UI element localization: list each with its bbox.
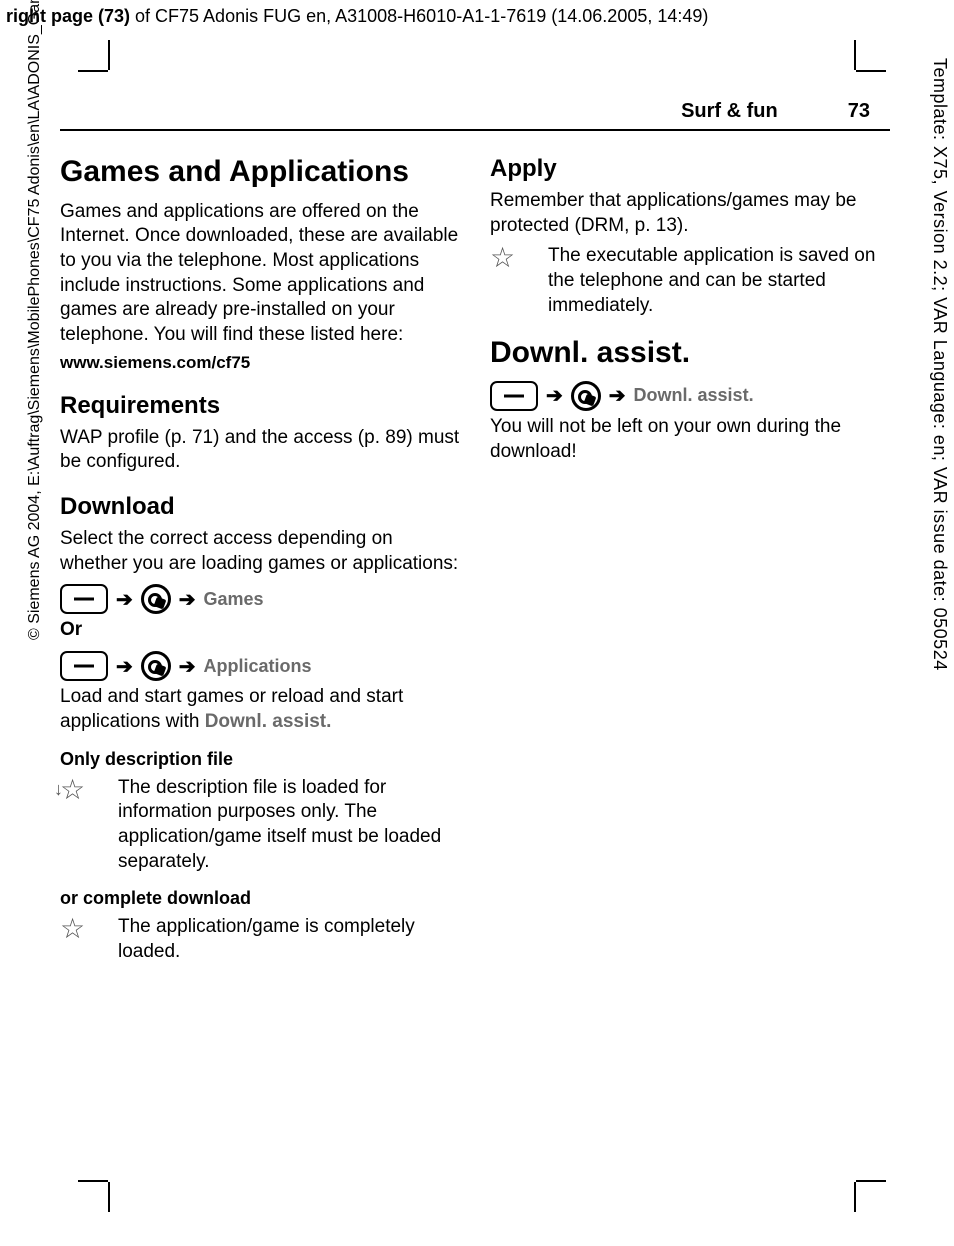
row-only-description: ↓☆ The description file is loaded for in… bbox=[60, 776, 460, 875]
crop-mark bbox=[854, 1182, 856, 1212]
intro-paragraph: Games and applications are offered on th… bbox=[60, 200, 460, 348]
crop-mark bbox=[108, 1182, 110, 1212]
page-header: Surf & fun 73 bbox=[60, 100, 890, 131]
column-left: Games and Applications Games and applica… bbox=[60, 149, 460, 971]
arrow-icon: ➔ bbox=[546, 383, 563, 408]
arrow-icon: ➔ bbox=[609, 383, 626, 408]
heading-complete-download: or complete download bbox=[60, 888, 460, 909]
navpath-games: ➔ ➔ Games bbox=[60, 584, 460, 614]
doc-meta-rest: of CF75 Adonis FUG en, A31008-H6010-A1-1… bbox=[130, 6, 708, 26]
star-icon: ☆ bbox=[490, 244, 530, 272]
menu-key-icon bbox=[60, 651, 108, 681]
nav-label-games: Games bbox=[204, 589, 264, 610]
doc-meta-left: © Siemens AG 2004, E:\Auftrag\Siemens\Mo… bbox=[26, 0, 44, 640]
arrow-icon: ➔ bbox=[116, 587, 133, 612]
surf-fun-icon bbox=[141, 584, 171, 614]
download-paragraph: Select the correct access depending on w… bbox=[60, 527, 460, 576]
heading-games-applications: Games and Applications bbox=[60, 155, 460, 190]
downl-assist-paragraph: You will not be left on your own during … bbox=[490, 415, 890, 464]
requirements-paragraph: WAP profile (p. 71) and the access (p. 8… bbox=[60, 426, 460, 475]
crop-mark bbox=[78, 1180, 108, 1182]
navpath-applications: ➔ ➔ Applications bbox=[60, 651, 460, 681]
menu-key-icon bbox=[60, 584, 108, 614]
header-page-number: 73 bbox=[848, 100, 870, 123]
heading-downl-assist: Downl. assist. bbox=[490, 336, 890, 371]
only-description-text: The description file is loaded for infor… bbox=[118, 776, 460, 875]
heading-apply: Apply bbox=[490, 155, 890, 183]
page-content: Surf & fun 73 Games and Applications Gam… bbox=[60, 100, 890, 971]
crop-mark bbox=[78, 70, 108, 72]
arrow-icon: ➔ bbox=[116, 654, 133, 679]
apply-executable-text: The executable application is saved on t… bbox=[548, 244, 890, 318]
row-complete-download: ☆ The application/game is completely loa… bbox=[60, 915, 460, 964]
nav-label-applications: Applications bbox=[204, 656, 312, 677]
arrow-icon: ➔ bbox=[179, 654, 196, 679]
navpath-downl-assist: ➔ ➔ Downl. assist. bbox=[490, 381, 890, 411]
heading-download: Download bbox=[60, 493, 460, 521]
doc-meta-right: Template: X75, Version 2.2; VAR Language… bbox=[929, 58, 950, 671]
heading-requirements: Requirements bbox=[60, 392, 460, 420]
complete-download-text: The application/game is completely loade… bbox=[118, 915, 460, 964]
crop-mark bbox=[856, 70, 886, 72]
crop-mark bbox=[856, 1180, 886, 1182]
heading-only-description: Only description file bbox=[60, 749, 460, 770]
column-right: Apply Remember that applications/games m… bbox=[490, 149, 890, 971]
link-siemens-cf75[interactable]: www.siemens.com/cf75 bbox=[60, 352, 460, 374]
row-apply-executable: ☆ The executable application is saved on… bbox=[490, 244, 890, 318]
doc-meta-top: right page (73) of CF75 Adonis FUG en, A… bbox=[6, 6, 708, 27]
doc-meta-bold: right page (73) bbox=[6, 6, 130, 26]
crop-mark bbox=[854, 40, 856, 70]
menu-key-icon bbox=[490, 381, 538, 411]
nav-label-downl-assist: Downl. assist. bbox=[634, 385, 754, 406]
crop-mark bbox=[108, 40, 110, 70]
surf-fun-icon bbox=[571, 381, 601, 411]
downl-assist-inline: Downl. assist. bbox=[205, 711, 332, 732]
download-star-icon: ↓☆ bbox=[60, 776, 100, 804]
surf-fun-icon bbox=[141, 651, 171, 681]
star-icon: ☆ bbox=[60, 915, 100, 943]
arrow-icon: ➔ bbox=[179, 587, 196, 612]
or-label: Or bbox=[60, 618, 460, 643]
header-section: Surf & fun bbox=[681, 100, 778, 123]
load-start-paragraph: Load and start games or reload and start… bbox=[60, 685, 460, 734]
apply-paragraph: Remember that applications/games may be … bbox=[490, 189, 890, 238]
